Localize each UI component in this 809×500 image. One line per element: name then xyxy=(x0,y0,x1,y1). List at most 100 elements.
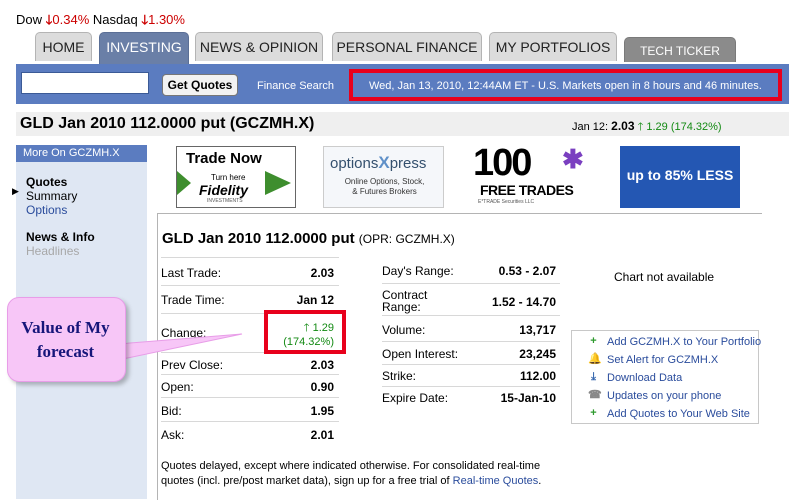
contract-range-value: 1.52 - 14.70 xyxy=(491,295,556,309)
optionsxpress-logo-x: X xyxy=(378,153,390,172)
up-arrow-icon: 🡑 xyxy=(637,121,644,133)
contract-range-label: Contract Range: xyxy=(382,289,427,313)
tab-tech-ticker[interactable]: TECH TICKER xyxy=(624,37,736,62)
fidelity-ad-tagline: Turn here xyxy=(211,173,246,182)
add-to-portfolio-link[interactable]: Add GCZMH.X to Your Portfolio xyxy=(607,336,761,348)
days-range-label: Day's Range: xyxy=(382,264,454,278)
pricing-ad-text: up to 85% LESS xyxy=(626,167,734,183)
open-interest-value: 23,245 xyxy=(519,347,556,361)
tab-my-portfolios[interactable]: MY PORTFOLIOS xyxy=(489,32,617,61)
sidebar-item-quotes[interactable]: Quotes xyxy=(26,175,67,189)
days-range-value: 0.53 - 2.07 xyxy=(498,264,556,278)
quote-search-input[interactable] xyxy=(21,72,149,94)
page-title: GLD Jan 2010 112.0000 put (GCZMH.X) xyxy=(20,115,315,132)
download-data-link[interactable]: Download Data xyxy=(607,372,682,384)
footnote-end: . xyxy=(538,475,542,487)
real-time-quotes-link[interactable]: Real-time Quotes xyxy=(453,475,539,487)
forecast-callout-text: Value of My forecast xyxy=(21,318,110,361)
phone-icon: ☎ xyxy=(588,389,602,401)
etrade-ad[interactable]: 100 ✱ FREE TRADES E*TRADE Securities LLC xyxy=(472,142,594,208)
table-divider xyxy=(161,421,339,422)
trade-time-label: Trade Time: xyxy=(161,293,225,307)
strike-label: Strike: xyxy=(382,369,417,383)
sidebar-item-news-info[interactable]: News & Info xyxy=(26,230,95,244)
etrade-free-trades: FREE TRADES xyxy=(480,182,574,198)
footnote: Quotes delayed, except where indicated o… xyxy=(161,459,561,489)
contract-range-label-line-2: Range: xyxy=(382,300,421,314)
market-status: Wed, Jan 13, 2010, 12:44AM ET - U.S. Mar… xyxy=(349,69,782,101)
nasdaq-label[interactable]: Nasdaq xyxy=(93,12,138,27)
open-interest-label: Open Interest: xyxy=(382,347,459,361)
quote-title: GLD Jan 2010 112.0000 put (OPR: GCZMH.X) xyxy=(162,230,455,247)
finance-search-link[interactable]: Finance Search xyxy=(257,80,334,92)
set-alert-link[interactable]: Set Alert for GCZMH.X xyxy=(607,354,718,366)
phone-updates-link[interactable]: Updates on your phone xyxy=(607,390,721,402)
etrade-star-icon: ✱ xyxy=(562,144,584,174)
last-trade-label: Last Trade: xyxy=(161,266,222,280)
table-divider xyxy=(382,283,560,284)
fidelity-logo-sub: INVESTMENTS xyxy=(207,198,243,204)
header-quote: Jan 12: 2.03 🡑 1.29 (174.32%) xyxy=(572,118,722,137)
download-icon: ⤓ xyxy=(591,371,596,383)
sidebar-item-headlines[interactable]: Headlines xyxy=(26,244,79,258)
plus-icon: + xyxy=(590,407,597,419)
etrade-disclaimer: E*TRADE Securities LLC xyxy=(478,199,535,205)
optionsxpress-logo-part: options xyxy=(330,155,379,172)
sidebar-item-options[interactable]: Options xyxy=(26,203,67,217)
nasdaq-change: 1.30% xyxy=(148,12,185,27)
table-divider xyxy=(161,285,339,286)
fidelity-ad-headline: Trade Now xyxy=(186,150,262,167)
table-divider xyxy=(382,315,560,316)
table-divider xyxy=(161,257,339,258)
fidelity-ad[interactable]: Trade Now Turn here Fidelity INVESTMENTS xyxy=(176,146,296,208)
bid-value: 1.95 xyxy=(310,404,334,418)
expire-date-value: 15-Jan-10 xyxy=(500,391,556,405)
volume-value: 13,717 xyxy=(519,323,556,337)
table-divider xyxy=(161,374,339,375)
dow-label[interactable]: Dow xyxy=(16,12,42,27)
pricing-ad[interactable]: up to 85% LESS xyxy=(620,146,740,208)
tab-investing[interactable]: INVESTING xyxy=(99,32,189,66)
header-change: 1.29 (174.32%) xyxy=(646,121,722,133)
table-divider xyxy=(382,341,560,342)
etrade-number: 100 xyxy=(473,142,532,184)
expire-date-label: Expire Date: xyxy=(382,391,449,405)
chart-placeholder: Chart not available xyxy=(614,270,715,284)
open-label: Open: xyxy=(161,380,194,394)
trade-time-value: Jan 12 xyxy=(296,293,334,307)
tab-personal-finance[interactable]: PERSONAL FINANCE xyxy=(332,32,482,61)
sidebar-heading: More On GCZMH.X xyxy=(16,145,147,162)
optionsxpress-line-1: Online Options, Stock, xyxy=(344,177,425,186)
current-page-marker-icon: ▶ xyxy=(12,186,19,196)
prev-close-value: 2.03 xyxy=(310,358,334,372)
header-price: 2.03 xyxy=(611,119,635,133)
get-quotes-button[interactable]: Get Quotes xyxy=(162,74,238,96)
open-value: 0.90 xyxy=(310,380,334,394)
header-date: Jan 12: xyxy=(572,121,609,133)
volume-label: Volume: xyxy=(382,323,426,337)
bid-label: Bid: xyxy=(161,404,182,418)
arrow-icon xyxy=(177,171,191,195)
optionsxpress-ad[interactable]: optionsXpress Online Options, Stock, & F… xyxy=(323,146,444,208)
add-quotes-website-link[interactable]: Add Quotes to Your Web Site xyxy=(607,408,750,420)
quote-name: GLD Jan 2010 112.0000 put xyxy=(162,230,355,247)
ask-value: 2.01 xyxy=(310,428,334,442)
table-divider xyxy=(382,386,560,387)
bell-icon: 🔔 xyxy=(588,353,602,365)
change-highlight-box xyxy=(264,310,346,354)
table-divider xyxy=(161,397,339,398)
callout-pointer xyxy=(118,333,243,361)
tab-home[interactable]: HOME xyxy=(35,32,92,61)
optionsxpress-logo-part: press xyxy=(389,155,427,172)
tab-news-opinion[interactable]: NEWS & OPINION xyxy=(195,32,323,61)
strike-value: 112.00 xyxy=(519,369,556,383)
last-trade-value: 2.03 xyxy=(310,266,334,280)
plus-icon: + xyxy=(590,335,597,347)
ask-label: Ask: xyxy=(161,428,185,442)
table-divider xyxy=(382,364,560,365)
optionsxpress-logo: optionsXpress xyxy=(330,153,426,173)
arrow-icon xyxy=(265,171,291,195)
sidebar-item-summary[interactable]: Summary xyxy=(26,189,77,203)
dow-change: 0.34% xyxy=(52,12,90,27)
fidelity-logo: Fidelity xyxy=(199,182,249,198)
